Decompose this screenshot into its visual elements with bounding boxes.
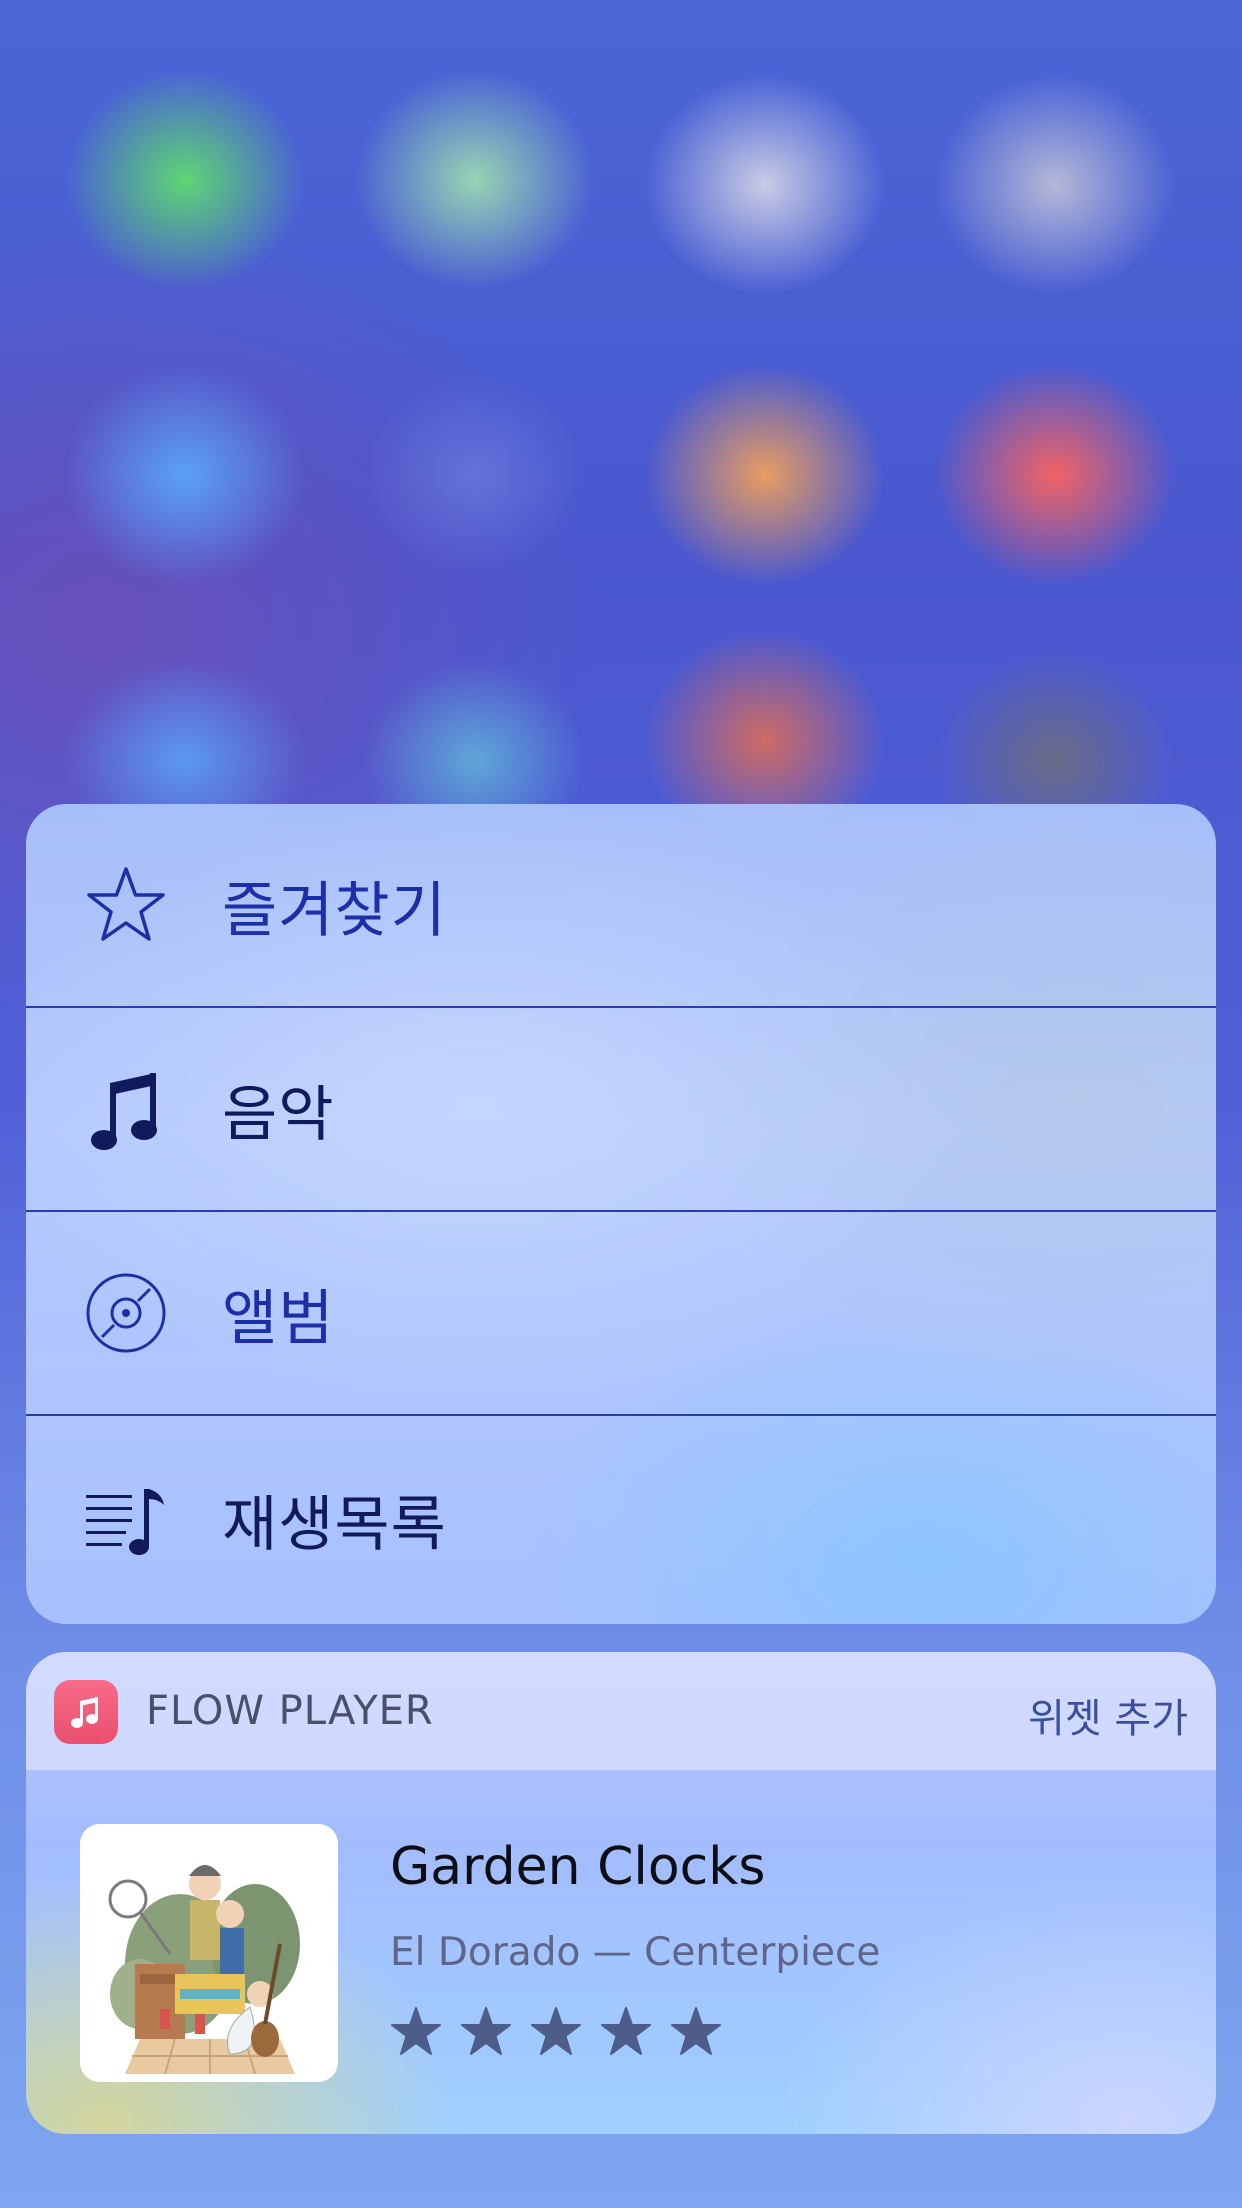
action-playlists[interactable]: 재생목록: [26, 1416, 1216, 1622]
album-art-illustration: [80, 1824, 338, 2082]
action-music[interactable]: 음악: [26, 1008, 1216, 1212]
star-icon[interactable]: [530, 2006, 582, 2058]
star-icon[interactable]: [390, 2006, 442, 2058]
star-icon[interactable]: [670, 2006, 722, 2058]
action-favorites[interactable]: 즐겨찾기: [26, 804, 1216, 1008]
action-music-label: 음악: [222, 1079, 335, 1150]
rating-stars[interactable]: [390, 2006, 722, 2058]
track-title: Garden Clocks: [390, 1837, 766, 1897]
action-favorites-label: 즐겨찾기: [222, 875, 447, 946]
star-icon[interactable]: [600, 2006, 652, 2058]
action-playlists-label: 재생목록: [222, 1489, 447, 1560]
music-note-icon: [71, 1697, 98, 1728]
widget-header: FLOW PLAYER 위젯 추가: [26, 1652, 1216, 1770]
add-widget-button[interactable]: 위젯 추가: [1028, 1686, 1188, 1744]
now-playing-widget[interactable]: FLOW PLAYER 위젯 추가 Garden Clocks El Dorad…: [26, 1652, 1216, 2134]
app-icon: [54, 1680, 118, 1744]
track-artist-album: El Dorado — Centerpiece: [390, 1930, 881, 1975]
album-disc-icon: [82, 1269, 170, 1357]
album-artwork[interactable]: [80, 1824, 338, 2082]
star-outline-icon: [82, 861, 170, 949]
action-albums-label: 앨범: [222, 1283, 335, 1354]
app-name: FLOW PLAYER: [146, 1688, 434, 1734]
action-albums[interactable]: 앨범: [26, 1212, 1216, 1416]
star-icon[interactable]: [460, 2006, 512, 2058]
playlist-icon: [82, 1475, 170, 1563]
quick-action-menu: 즐겨찾기 음악 앨범 재생목록: [26, 804, 1216, 1624]
music-note-icon: [82, 1065, 170, 1153]
